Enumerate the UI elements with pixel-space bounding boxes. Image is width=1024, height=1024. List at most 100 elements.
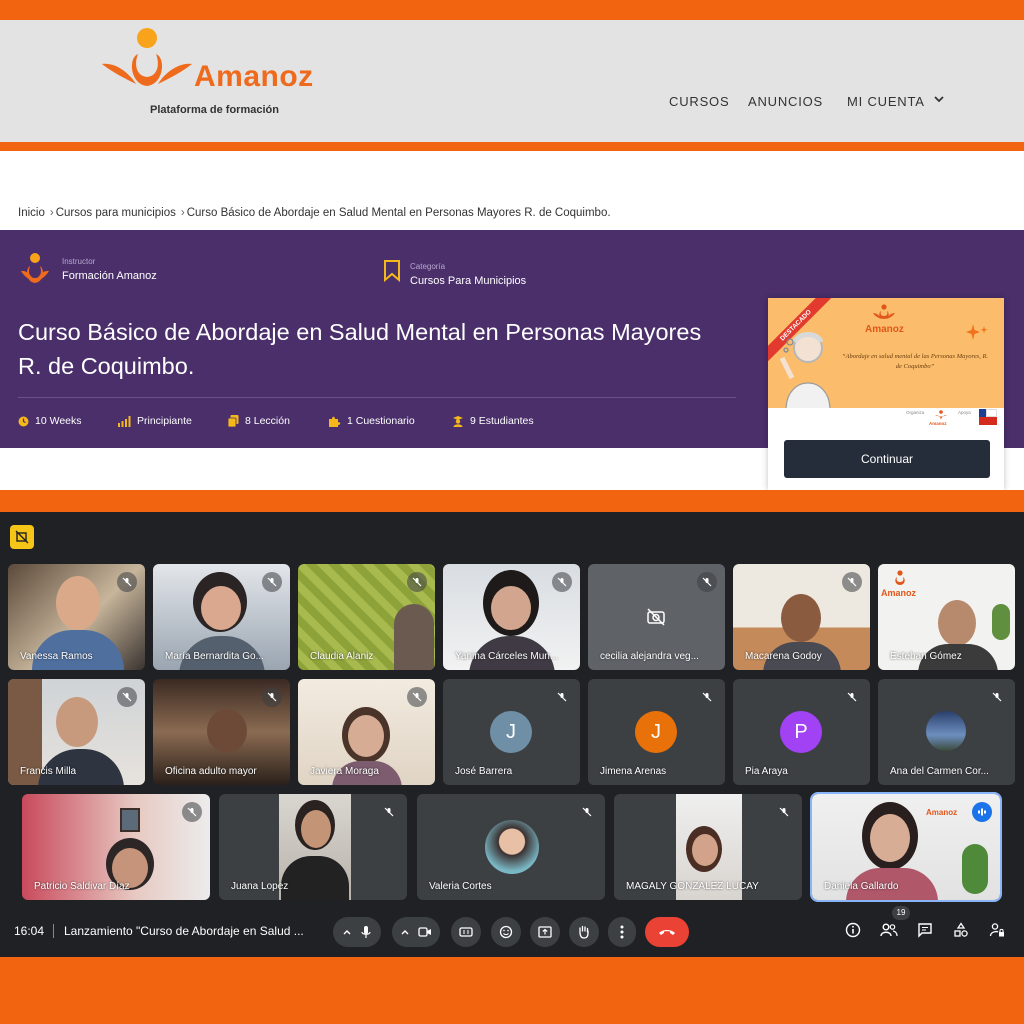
participant-name: Jimena Arenas — [600, 766, 667, 777]
no-video-badge-icon — [15, 530, 29, 544]
end-call-button[interactable] — [645, 917, 689, 947]
participant-tile[interactable]: Yanina Cárceles Mun... — [443, 564, 580, 670]
activities-button[interactable] — [951, 920, 971, 940]
logo-tagline: Plataforma de formación — [150, 104, 279, 116]
participant-name: María Bernardita Go... — [165, 651, 264, 662]
host-controls-button[interactable] — [987, 920, 1007, 940]
recording-badge[interactable] — [10, 525, 34, 549]
instructor-name[interactable]: Formación Amanoz — [62, 270, 157, 282]
participant-tile[interactable]: María Bernardita Go... — [153, 564, 290, 670]
breadcrumb-current: Curso Básico de Abordaje en Salud Mental… — [186, 207, 611, 219]
mic-off-icon — [577, 802, 597, 822]
chevron-up-icon[interactable] — [342, 927, 352, 937]
plant — [992, 604, 1010, 640]
mic-off-icon — [842, 572, 862, 592]
nav-anuncios[interactable]: ANUNCIOS — [748, 94, 823, 109]
more-options-button[interactable] — [608, 917, 636, 947]
more-vert-icon — [620, 925, 624, 939]
course-thumbnail: DESTACADO Amanoz “Abordaje en salud ment… — [768, 298, 1004, 408]
emoji-icon — [499, 925, 513, 939]
instructor-avatar-icon — [21, 253, 49, 283]
stat-lessons-label: 8 Lección — [245, 415, 290, 427]
participant-tile[interactable]: Claudia Alaniz — [298, 564, 435, 670]
avatar-initial: P — [794, 720, 808, 743]
stat-students-label: 9 Estudiantes — [470, 415, 534, 427]
participant-avatar: J — [635, 711, 677, 753]
card-logo-mark — [873, 304, 895, 319]
participant-tile[interactable]: J José Barrera — [443, 679, 580, 785]
info-icon — [845, 922, 861, 938]
camera-icon[interactable] — [418, 927, 432, 937]
participant-tile[interactable]: Ana del Carmen Cor... — [878, 679, 1015, 785]
wall-logo-word: Amanoz — [926, 808, 958, 817]
lock-person-icon — [989, 923, 1004, 937]
header-divider — [0, 142, 1024, 151]
chevron-down-icon[interactable] — [932, 92, 946, 106]
chevron-up-icon[interactable] — [400, 927, 410, 937]
participant-name: Juana Lopez — [231, 881, 289, 892]
category-name[interactable]: Cursos Para Municipios — [410, 275, 526, 287]
meeting-info-button[interactable] — [843, 920, 863, 940]
card-logo-wordmark: Amanoz — [865, 324, 904, 335]
participant-face — [207, 709, 247, 753]
participant-tile[interactable]: Juana Lopez — [219, 794, 407, 900]
mic-off-icon — [697, 687, 717, 707]
participant-body — [394, 604, 434, 670]
breadcrumb-cursos-municipios[interactable]: Cursos para municipios — [56, 207, 176, 219]
participant-tile[interactable]: P Pia Araya — [733, 679, 870, 785]
participant-tile[interactable]: Javiera Moraga — [298, 679, 435, 785]
participant-tile[interactable]: J Jimena Arenas — [588, 679, 725, 785]
participant-face — [870, 814, 910, 862]
present-screen-icon — [538, 926, 552, 938]
participant-tile[interactable]: Vanessa Ramos — [8, 564, 145, 670]
amanoz-logo-mark — [102, 28, 192, 86]
participant-tile[interactable]: Amanoz Esteban Gómez — [878, 564, 1015, 670]
plant — [962, 844, 988, 894]
amanoz-wall-logo — [895, 570, 905, 585]
participant-name: Javiera Moraga — [310, 766, 379, 777]
participant-tile[interactable]: Oficina adulto mayor — [153, 679, 290, 785]
mic-off-icon — [262, 687, 282, 707]
participant-tile[interactable]: MAGALY GONZALEZ LUCAY — [614, 794, 802, 900]
participant-tile[interactable]: Macarena Godoy — [733, 564, 870, 670]
avatar-initial: J — [651, 720, 661, 743]
microphone-icon[interactable] — [360, 925, 372, 939]
stat-level-label: Principiante — [137, 415, 192, 427]
breadcrumb-separator: › — [49, 207, 54, 219]
stat-level: Principiante — [118, 415, 192, 427]
reactions-button[interactable] — [491, 917, 521, 947]
participant-tile[interactable]: cecilia alejandra veg... — [588, 564, 725, 670]
sponsors-strip: Organiza Apoya Amanoz — [768, 408, 1004, 430]
meeting-controls-bar: 16:04 Lanzamiento "Curso de Abordaje en … — [0, 912, 1024, 957]
raise-hand-button[interactable] — [569, 917, 599, 947]
participant-face — [692, 834, 718, 866]
mic-off-icon — [407, 572, 427, 592]
sparkle-icon — [966, 324, 988, 340]
puzzle-icon — [329, 416, 341, 427]
participant-face — [56, 576, 100, 630]
nav-mi-cuenta[interactable]: MI CUENTA — [847, 94, 925, 109]
clock-icon — [18, 416, 29, 426]
participant-face — [938, 600, 976, 646]
course-title: Curso Básico de Abordaje en Salud Mental… — [18, 319, 702, 379]
sponsor-logo-amanoz — [935, 410, 947, 420]
mic-off-icon — [117, 687, 137, 707]
participant-tile[interactable]: Patricio Saldivar Díaz — [22, 794, 210, 900]
stat-duration: 10 Weeks — [18, 415, 82, 427]
breadcrumb-inicio[interactable]: Inicio — [18, 207, 45, 219]
amanoz-logo[interactable]: Amanoz Plataforma de formación — [100, 28, 350, 128]
participant-tile-active-speaker[interactable]: Amanoz Daniela Gallardo — [810, 792, 1002, 902]
nav-cursos[interactable]: CURSOS — [669, 94, 729, 109]
participant-body — [281, 856, 349, 900]
shapes-icon — [954, 922, 968, 937]
participant-tile[interactable]: Valeria Cortes — [417, 794, 605, 900]
participant-tile[interactable]: Francis Milla — [8, 679, 145, 785]
wall-picture — [120, 808, 140, 832]
people-button[interactable] — [879, 920, 899, 940]
chat-button[interactable] — [915, 920, 935, 940]
participant-name: Ana del Carmen Cor... — [890, 766, 989, 777]
present-button[interactable] — [530, 917, 560, 947]
continue-button[interactable]: Continuar — [784, 440, 990, 478]
participant-name: cecilia alejandra veg... — [600, 651, 699, 662]
captions-button[interactable] — [451, 917, 481, 947]
